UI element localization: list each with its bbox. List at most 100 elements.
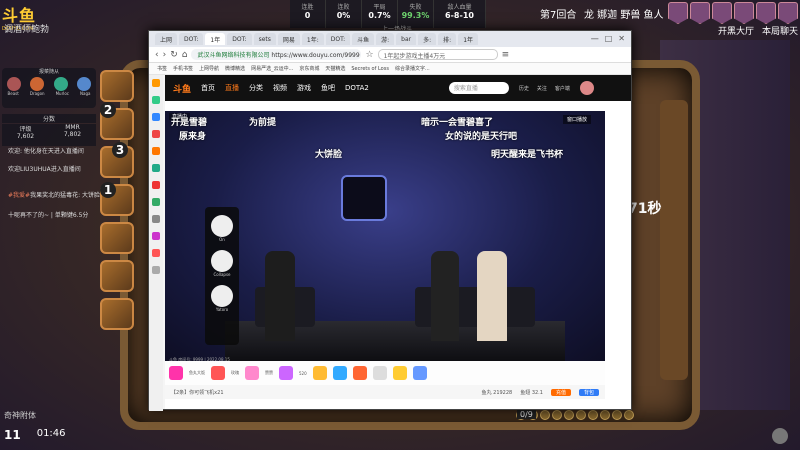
sidebar-app-icon[interactable] (152, 232, 160, 240)
bookmark-item[interactable]: 手机书签 (173, 65, 193, 72)
gift-icon[interactable] (211, 366, 225, 380)
stat-enemy-hp: 敌人血量 6-8-10 (434, 0, 486, 28)
gift-icon[interactable] (352, 366, 367, 380)
bookmark-item[interactable]: 上网导航 (199, 65, 219, 72)
window-play-button[interactable]: 窗口播放 (563, 115, 592, 124)
sidebar-app-icon[interactable] (152, 147, 160, 155)
sidebar-app-icon[interactable] (152, 249, 160, 257)
top-badges (668, 2, 798, 24)
task-reminder[interactable]: 【2条】你可领飞机x21 (171, 389, 224, 396)
gift-icon[interactable] (372, 366, 387, 380)
player-avatar[interactable] (211, 215, 233, 237)
back-icon[interactable]: ‹ (155, 50, 159, 60)
home-icon[interactable]: ⌂ (182, 50, 188, 60)
gift-icon[interactable] (412, 366, 427, 380)
sidebar-app-icon[interactable] (152, 113, 160, 121)
settings-gear-icon[interactable] (772, 428, 788, 444)
browser-search-field[interactable]: 1年起步游戏主播4万元 (377, 49, 498, 60)
bookmark-item[interactable]: 微博精选 (225, 65, 245, 72)
sidebar-app-icon[interactable] (152, 198, 160, 206)
bookmark-item[interactable]: 综合录播文字... (395, 65, 430, 72)
site-logo[interactable]: 斗鱼 (173, 82, 191, 95)
bookmark-item[interactable]: Secrets of Loss (351, 66, 389, 72)
browser-tab[interactable]: DOT: (179, 33, 204, 45)
chat-message: #我爱#我果奖北的猛毒花: 大饼脸 (8, 192, 100, 199)
dota-logo-icon (341, 175, 387, 221)
gift-icon[interactable] (279, 366, 293, 380)
forward-icon[interactable]: › (163, 50, 167, 60)
browser-tab[interactable]: 网易 (277, 33, 300, 45)
gift-icon[interactable] (245, 366, 259, 380)
url-field[interactable]: 武汉斗鱼网络科技有限公司 https://www.douyu.com/9999 (191, 49, 362, 60)
bookmark-item[interactable]: 书签 (157, 65, 167, 72)
nav-dota2[interactable]: DOTA2 (345, 84, 369, 92)
sidebar-app-icon[interactable] (152, 266, 160, 274)
player-avatar[interactable] (211, 285, 233, 307)
browser-tab[interactable]: DOT: (325, 33, 351, 45)
streamer-name: 调酒师鲍勃 (4, 25, 50, 35)
leaderboard-hero[interactable] (100, 70, 134, 102)
nav-category[interactable]: 分类 (249, 83, 263, 93)
gift-label: 鱼丸大饭 (189, 370, 205, 375)
bookmark-item[interactable]: 京东商城 (299, 65, 319, 72)
sidebar-app-icon[interactable] (152, 164, 160, 172)
browser-tab[interactable]: 1年 (205, 33, 226, 45)
browser-tab[interactable]: sets (253, 33, 276, 45)
browser-tab[interactable]: 1年 (458, 33, 479, 45)
address-bar: ‹ › ↻ ⌂ 武汉斗鱼网络科技有限公司 https://www.douyu.c… (149, 47, 631, 63)
gift-icon[interactable] (312, 366, 327, 380)
bookmark-item[interactable]: 天猫精选 (325, 65, 345, 72)
minimize-icon[interactable]: 一 (591, 34, 599, 45)
bookmark-item[interactable]: 网易严选_云运中... (251, 65, 293, 72)
player-avatar[interactable] (211, 250, 233, 272)
nav-home[interactable]: 首页 (201, 83, 215, 93)
sidebar-app-icon[interactable] (152, 79, 160, 87)
gift-icon[interactable] (169, 366, 183, 380)
user-avatar[interactable] (579, 81, 594, 95)
browser-tab[interactable]: bar (396, 33, 417, 45)
murloc-icon (53, 77, 68, 91)
nav-video[interactable]: 视频 (273, 83, 287, 93)
video-player[interactable]: 直播中 窗口播放 开是雪碧 为前提 原来身 暗示一会雪碧喜了 女的说的是天行吧 … (165, 111, 605, 361)
browser-tab[interactable]: 1年: (301, 33, 324, 45)
site-search-input[interactable]: 搜索直播 (448, 82, 509, 94)
hero-label: Dragon (29, 91, 45, 96)
gift-label: 赞赞 (265, 370, 273, 375)
rank-number: 3 (112, 142, 128, 158)
rank-number: 1 (100, 182, 116, 198)
sidebar-app-icon[interactable] (152, 181, 160, 189)
follow-icon[interactable]: 关注 (537, 85, 547, 92)
gift-icon[interactable] (392, 366, 407, 380)
maximize-icon[interactable]: □ (605, 34, 613, 45)
nav-live[interactable]: 直播 (225, 83, 239, 93)
leaderboard-hero[interactable] (100, 222, 134, 254)
browser-tab[interactable]: 斗鱼 (352, 33, 375, 45)
refresh-icon[interactable]: ↻ (170, 50, 178, 60)
window-controls: 一 □ ✕ (591, 34, 631, 45)
score-label: 评级 (19, 126, 32, 133)
sidebar-app-icon[interactable] (152, 130, 160, 138)
lobby-button[interactable]: 开黑大厅 (718, 24, 754, 37)
nav-game[interactable]: 游戏 (297, 83, 311, 93)
host-person (265, 251, 295, 341)
bookmark-star-icon[interactable]: ☆ (365, 50, 373, 60)
browser-tab[interactable]: 上网 (155, 33, 178, 45)
sidebar-app-icon[interactable] (152, 96, 160, 104)
gift-icon[interactable] (332, 366, 347, 380)
badge-icon (690, 2, 710, 24)
leaderboard-hero[interactable] (100, 298, 134, 330)
client-icon[interactable]: 客户端 (555, 85, 570, 92)
history-icon[interactable]: 历史 (519, 85, 529, 92)
sidebar-app-icon[interactable] (152, 215, 160, 223)
close-icon[interactable]: ✕ (618, 34, 625, 45)
backpack-button[interactable]: 背包 (578, 388, 599, 396)
leaderboard-hero[interactable] (100, 260, 134, 292)
menu-icon[interactable]: ≡ (502, 50, 510, 60)
match-chat-button[interactable]: 本局聊天 (762, 24, 798, 37)
browser-tab[interactable]: 游: (376, 33, 395, 45)
browser-tab[interactable]: 排: (438, 33, 457, 45)
browser-tab[interactable]: 多: (418, 33, 437, 45)
recharge-button[interactable]: 充值 (550, 388, 571, 396)
nav-fishbar[interactable]: 鱼吧 (321, 83, 335, 93)
browser-tab[interactable]: DOT: (227, 33, 252, 45)
